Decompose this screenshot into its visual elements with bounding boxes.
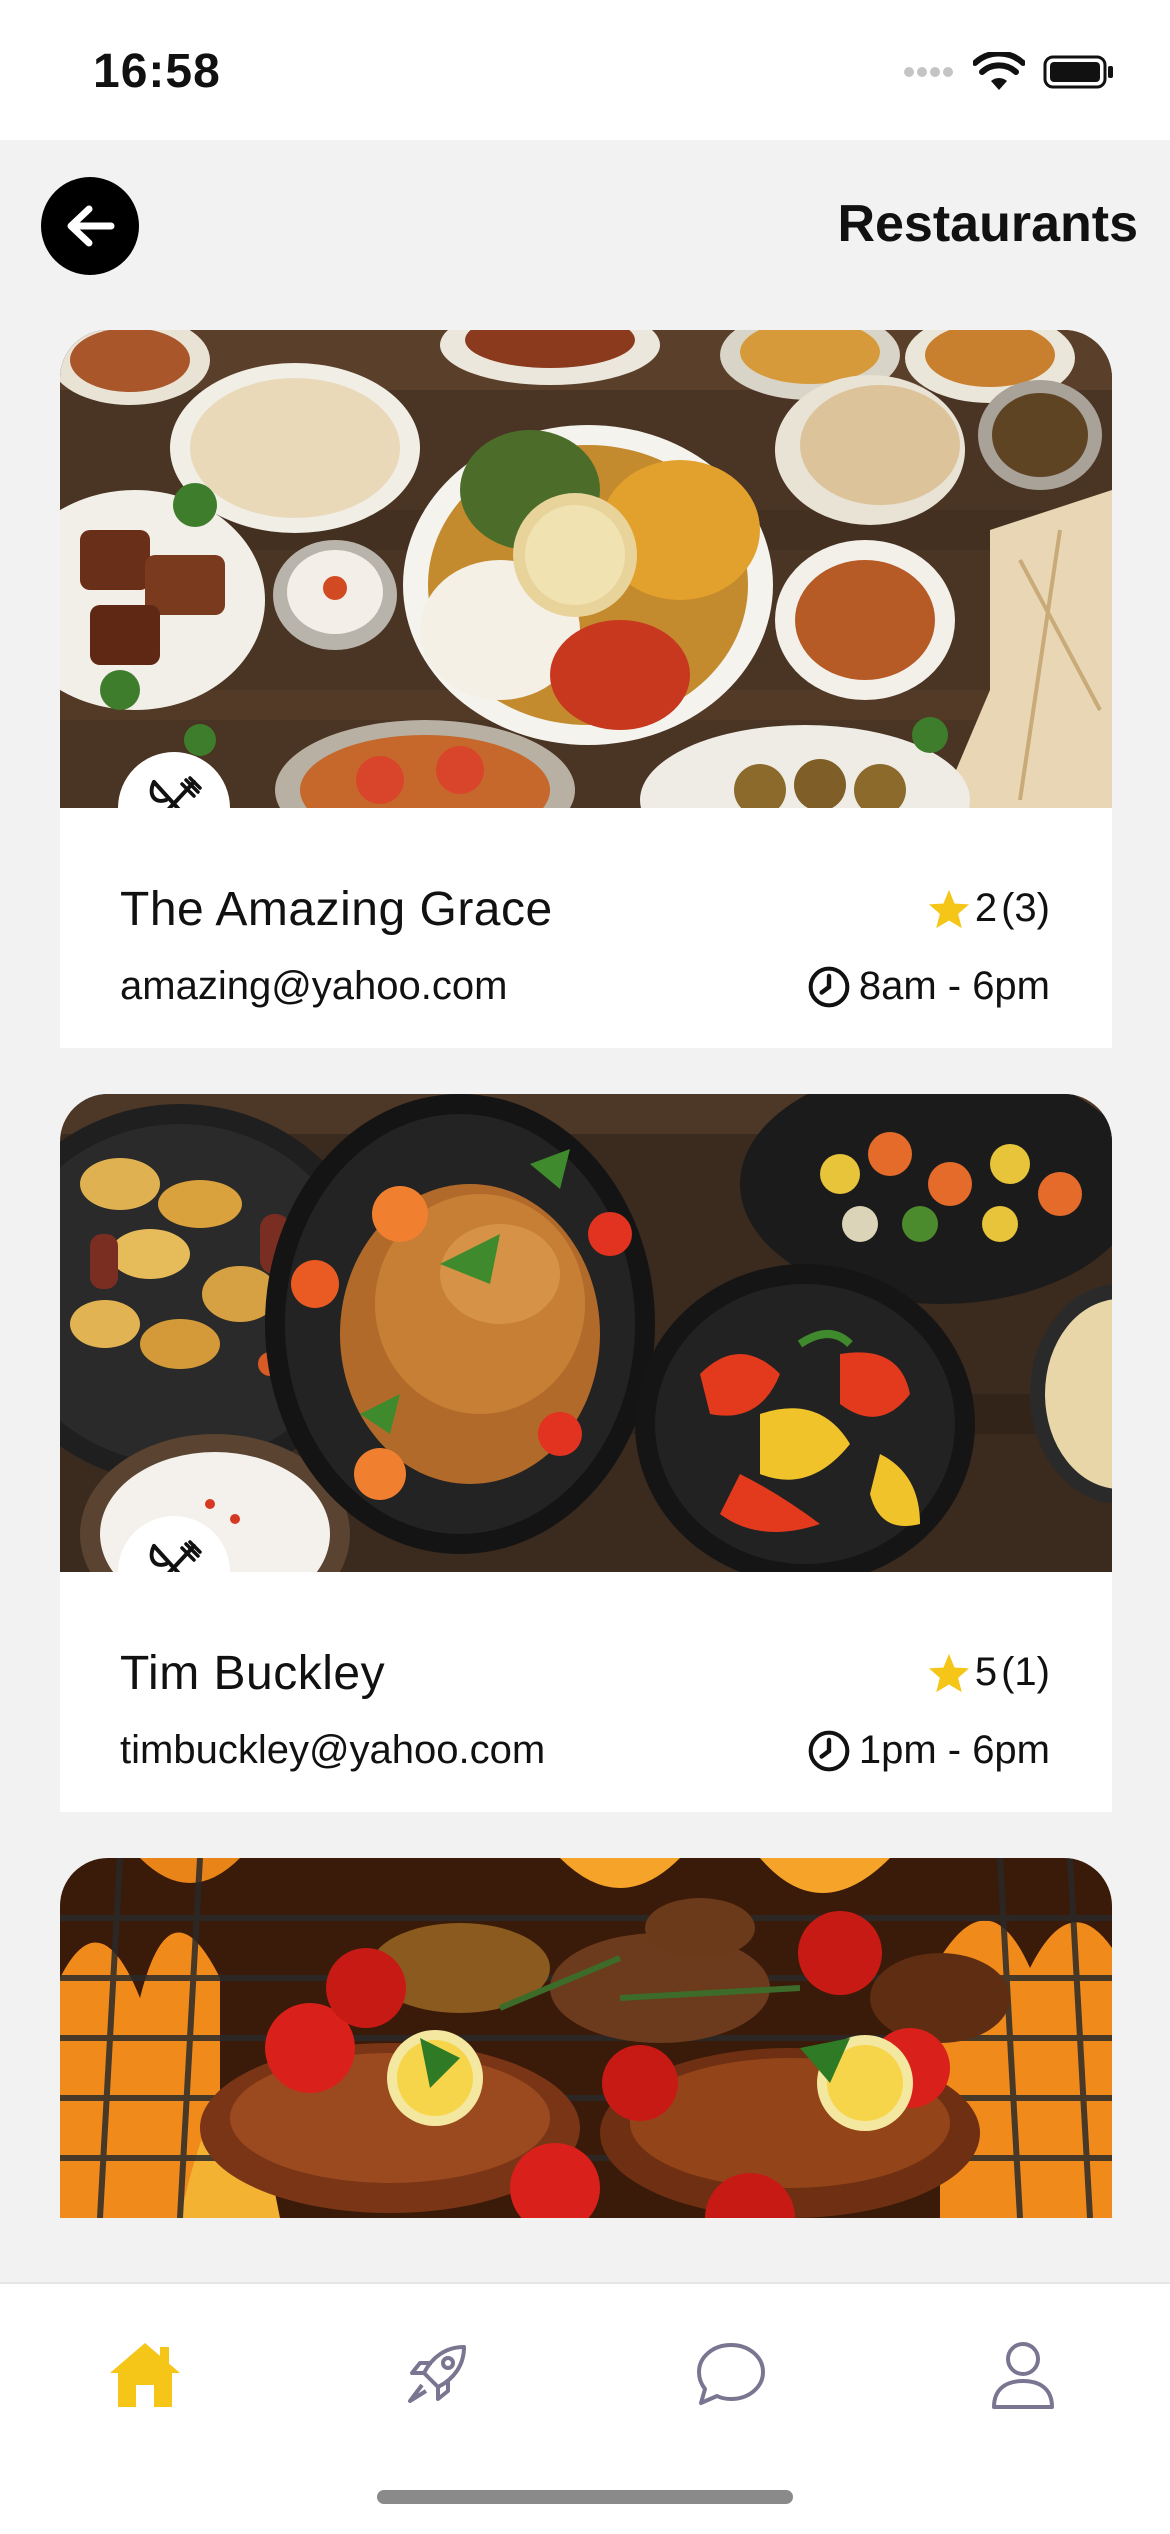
rocket-icon xyxy=(408,2345,466,2403)
restaurant-name: The Amazing Grace xyxy=(120,883,553,936)
restaurant-card[interactable]: Tim Buckley timbuckley@yahoo.com 5 (1) 1p… xyxy=(60,1094,1112,1812)
nav-profile[interactable] xyxy=(968,2320,1078,2430)
restaurant-image xyxy=(60,1094,1112,1572)
grilled-chicken-barbecue-image xyxy=(60,1858,1112,2218)
rating: 2 (3) xyxy=(927,886,1050,931)
fork-knife-icon xyxy=(149,1540,202,1572)
home-indicator xyxy=(377,2490,793,2504)
middle-eastern-platter-image xyxy=(60,330,1112,808)
nav-chat[interactable] xyxy=(676,2320,786,2430)
review-count: (1) xyxy=(1001,1650,1050,1694)
home-icon xyxy=(110,2343,180,2407)
rating: 5 (1) xyxy=(927,1650,1050,1695)
restaurant-name: Tim Buckley xyxy=(120,1647,386,1700)
signal-icon xyxy=(904,67,953,77)
hours-text: 8am - 6pm xyxy=(858,964,1050,1008)
opening-hours: 8am - 6pm xyxy=(807,964,1050,1009)
chat-bubble-icon xyxy=(697,2343,765,2405)
nav-home[interactable] xyxy=(90,2320,200,2430)
review-count: (3) xyxy=(1001,886,1050,930)
status-bar: 16:58 xyxy=(0,0,1170,140)
restaurant-card[interactable]: The Amazing Grace amazing@yahoo.com 2 (3)… xyxy=(60,330,1112,1048)
restaurant-email: timbuckley@yahoo.com xyxy=(120,1728,546,1772)
star-icon xyxy=(928,1653,969,1692)
rating-value: 2 xyxy=(974,886,998,930)
status-icons xyxy=(903,52,1115,92)
opening-hours: 1pm - 6pm xyxy=(807,1728,1050,1773)
rating-value: 5 xyxy=(974,1650,998,1694)
clock-icon xyxy=(808,1730,850,1771)
fork-knife-icon xyxy=(149,776,202,808)
restaurant-card[interactable] xyxy=(60,1858,1112,2218)
arrow-left-icon xyxy=(67,205,115,247)
back-button[interactable] xyxy=(41,177,139,275)
hours-text: 1pm - 6pm xyxy=(858,1728,1050,1772)
roast-chicken-vegetables-image xyxy=(60,1094,1112,1572)
wifi-icon xyxy=(973,52,1025,90)
restaurant-info: The Amazing Grace amazing@yahoo.com 2 (3)… xyxy=(60,808,1112,1048)
restaurant-image xyxy=(60,1858,1112,2218)
restaurant-image xyxy=(60,330,1112,808)
clock-icon xyxy=(808,966,850,1007)
restaurant-email: amazing@yahoo.com xyxy=(120,964,508,1008)
user-icon xyxy=(992,2342,1054,2409)
header: Restaurants xyxy=(0,140,1170,310)
status-time: 16:58 xyxy=(93,45,221,98)
battery-icon xyxy=(1043,55,1113,89)
nav-explore[interactable] xyxy=(383,2320,493,2430)
star-icon xyxy=(928,889,969,928)
page-title: Restaurants xyxy=(837,195,1138,253)
restaurant-info: Tim Buckley timbuckley@yahoo.com 5 (1) 1p… xyxy=(60,1572,1112,1812)
